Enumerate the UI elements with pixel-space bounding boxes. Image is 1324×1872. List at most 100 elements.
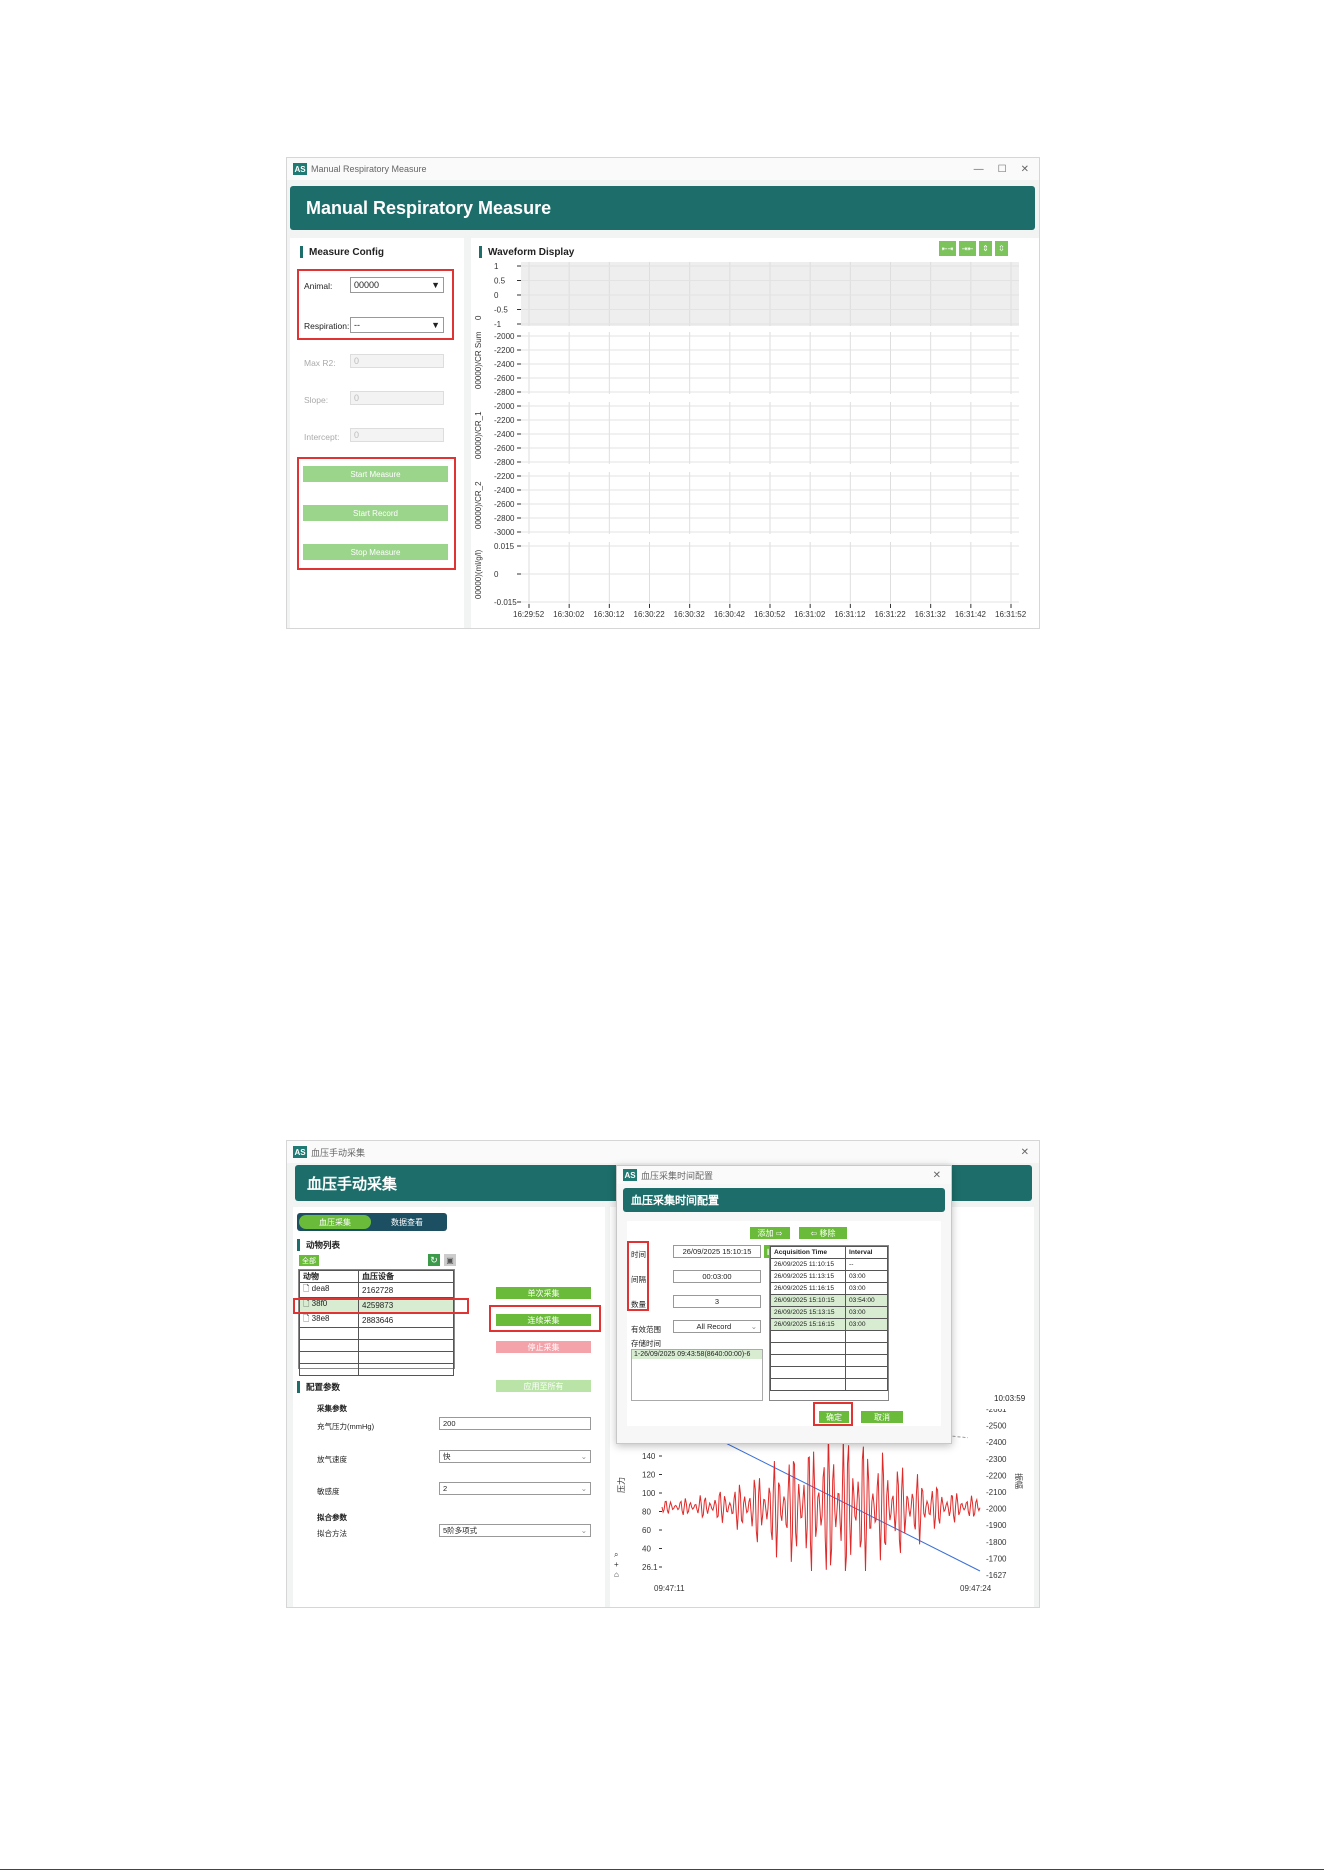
time-field[interactable]: 26/09/2025 15:10:15 <box>673 1245 761 1258</box>
valid-range-select[interactable]: All Record ⌄ <box>673 1320 761 1333</box>
x-tick-label: 16:30:22 <box>634 610 666 619</box>
col-device: 血压设备 <box>358 1270 454 1283</box>
y-tick-label: -2800 <box>494 514 515 523</box>
y-axis-label: 00000)/CR Sum <box>474 331 483 389</box>
y-tick-label: 1 <box>494 262 499 271</box>
minimize-icon[interactable]: — <box>974 164 984 175</box>
col-interval: Interval <box>845 1246 888 1259</box>
close-icon[interactable]: ✕ <box>1021 164 1029 175</box>
y-tick-label: -2800 <box>494 388 515 397</box>
inflate-label: 充气压力(mmHg) <box>317 1422 375 1431</box>
file-icon: 🗋 <box>303 1314 310 1323</box>
table-row[interactable]: 🗋 dea8 2162728 <box>299 1282 454 1298</box>
highlight-box <box>813 1402 853 1426</box>
arrow-right-icon: ⇨ <box>775 1228 783 1238</box>
deflate-label: 放气速度 <box>317 1455 347 1464</box>
close-icon[interactable]: ✕ <box>933 1170 941 1181</box>
y-tick-label: -2200 <box>494 346 515 355</box>
apply-all-button[interactable]: 应用至所有 <box>496 1380 591 1392</box>
y-tick-label: 100 <box>642 1489 656 1498</box>
tab-data-view[interactable]: 数据查看 <box>371 1215 443 1229</box>
slope-field[interactable]: 0 <box>350 391 444 405</box>
animal-table: 动物 血压设备 🗋 dea8 2162728 🗋 38f0 4259873 🗋 38e… <box>298 1269 455 1376</box>
table-row[interactable]: 26/09/2025 15:10:15 03:54:00 <box>770 1294 888 1307</box>
fit-params-title: 拟合参数 <box>317 1513 347 1522</box>
title-bar: AS 血压采集时间配置 ✕ <box>617 1166 951 1184</box>
tab-bp-acquire[interactable]: 血压采集 <box>299 1215 371 1229</box>
storage-label: 存储时间 <box>631 1339 661 1348</box>
y-tick-label: 140 <box>642 1452 656 1461</box>
deflate-select[interactable]: 快 ⌄ <box>439 1450 591 1463</box>
sensitivity-select[interactable]: 2 ⌄ <box>439 1482 591 1495</box>
stop-acquire-button[interactable]: 停止采集 <box>496 1341 591 1353</box>
y2-axis-label: 振幅 <box>1014 1473 1024 1489</box>
x-tick-label: 16:31:12 <box>834 610 866 619</box>
y-axis-label: 00000)(ml/g/l) <box>474 549 483 599</box>
close-icon[interactable]: ✕ <box>1021 1147 1029 1158</box>
app-logo-icon: AS <box>623 1169 637 1181</box>
title-bar: AS Manual Respiratory Measure — ☐ ✕ <box>287 158 1039 180</box>
y-tick-label: 60 <box>642 1526 651 1535</box>
y-tick-label: 120 <box>642 1471 656 1480</box>
compress-horizontal-icon[interactable]: ⇥⇤ <box>959 241 976 256</box>
inflate-field[interactable]: 200 <box>439 1417 591 1430</box>
x-tick-label: 16:30:02 <box>553 610 585 619</box>
remove-button[interactable]: ⇦ 移除 <box>799 1227 847 1239</box>
expand-vertical-icon[interactable]: ⇕ <box>979 241 992 256</box>
count-field[interactable]: 3 <box>673 1295 761 1308</box>
y2-tick-label: -1800 <box>986 1538 1007 1547</box>
window-title: 血压手动采集 <box>311 1147 366 1158</box>
intercept-field[interactable]: 0 <box>350 428 444 442</box>
banner-title: 血压采集时间配置 <box>631 1195 719 1207</box>
section-title: Measure Config <box>300 246 384 258</box>
oscillation-trace <box>661 1432 981 1572</box>
max-r2-label: Max R2: <box>304 358 336 368</box>
table-row[interactable]: 🗋 38e8 2883646 <box>299 1312 454 1328</box>
y-tick-label: -2600 <box>494 500 515 509</box>
sensitivity-label: 敏感度 <box>317 1487 340 1496</box>
dialog-banner: 血压采集时间配置 <box>623 1188 945 1212</box>
save-icon[interactable]: ▣ <box>444 1254 456 1266</box>
y-tick-label: -2200 <box>494 472 515 481</box>
x-tick-label: 16:31:32 <box>915 610 947 619</box>
y2-tick-label: -1900 <box>986 1521 1007 1530</box>
compress-vertical-icon[interactable]: ⇳ <box>995 241 1008 256</box>
intercept-label: Intercept: <box>304 432 340 442</box>
y2-tick-label: -2500 <box>986 1422 1007 1431</box>
interval-field[interactable]: 00:03:00 <box>673 1270 761 1283</box>
y-tick-label: -2000 <box>494 402 515 411</box>
refresh-icon[interactable]: ↻ <box>428 1254 440 1266</box>
y2-tick-label: -2100 <box>986 1488 1007 1497</box>
x-tick-label: 16:31:22 <box>875 610 907 619</box>
table-row[interactable]: 26/09/2025 11:16:15 03:00 <box>770 1282 888 1295</box>
expand-horizontal-icon[interactable]: ⇤⇥ <box>939 241 956 256</box>
table-row[interactable]: 26/09/2025 11:10:15 -- <box>770 1258 888 1271</box>
chevron-down-icon: ⌄ <box>580 1452 587 1461</box>
y-tick-label: 0.015 <box>494 542 515 551</box>
single-acquire-button[interactable]: 单次采集 <box>496 1287 591 1299</box>
x-tick-label: 16:30:42 <box>714 610 746 619</box>
y-tick-label: -3000 <box>494 528 515 537</box>
all-button[interactable]: 全部 <box>299 1255 319 1266</box>
y2-tick-label: -1700 <box>986 1554 1007 1563</box>
y2-tick-label: -2661 <box>986 1409 1007 1414</box>
x-tick-label: 16:29:52 <box>513 610 545 619</box>
maximize-icon[interactable]: ☐ <box>998 164 1007 175</box>
plus-icon: + <box>614 1560 619 1569</box>
list-item[interactable]: 1-26/09/2025 09:43:58(8640:00:00)-6 <box>632 1350 762 1359</box>
fit-method-select[interactable]: 5阶多项式 ⌄ <box>439 1524 591 1537</box>
y-tick-label: -2600 <box>494 444 515 453</box>
max-r2-field[interactable]: 0 <box>350 354 444 368</box>
table-row[interactable]: 26/09/2025 15:13:15 03:00 <box>770 1306 888 1319</box>
chevron-down-icon: ⌄ <box>580 1484 587 1493</box>
col-acq-time: Acquisition Time <box>770 1246 846 1259</box>
app-logo-icon: AS <box>293 163 307 175</box>
y-tick-label: -2200 <box>494 416 515 425</box>
add-button[interactable]: 添加 ⇨ <box>750 1227 790 1239</box>
cancel-button[interactable]: 取消 <box>861 1411 903 1423</box>
file-icon: 🗋 <box>303 1284 310 1293</box>
x-tick-label: 16:31:02 <box>794 610 826 619</box>
y2-tick-label: -2400 <box>986 1438 1007 1447</box>
table-row[interactable]: 26/09/2025 11:13:15 03:00 <box>770 1270 888 1283</box>
table-row[interactable]: 26/09/2025 15:16:15 03:00 <box>770 1318 888 1331</box>
